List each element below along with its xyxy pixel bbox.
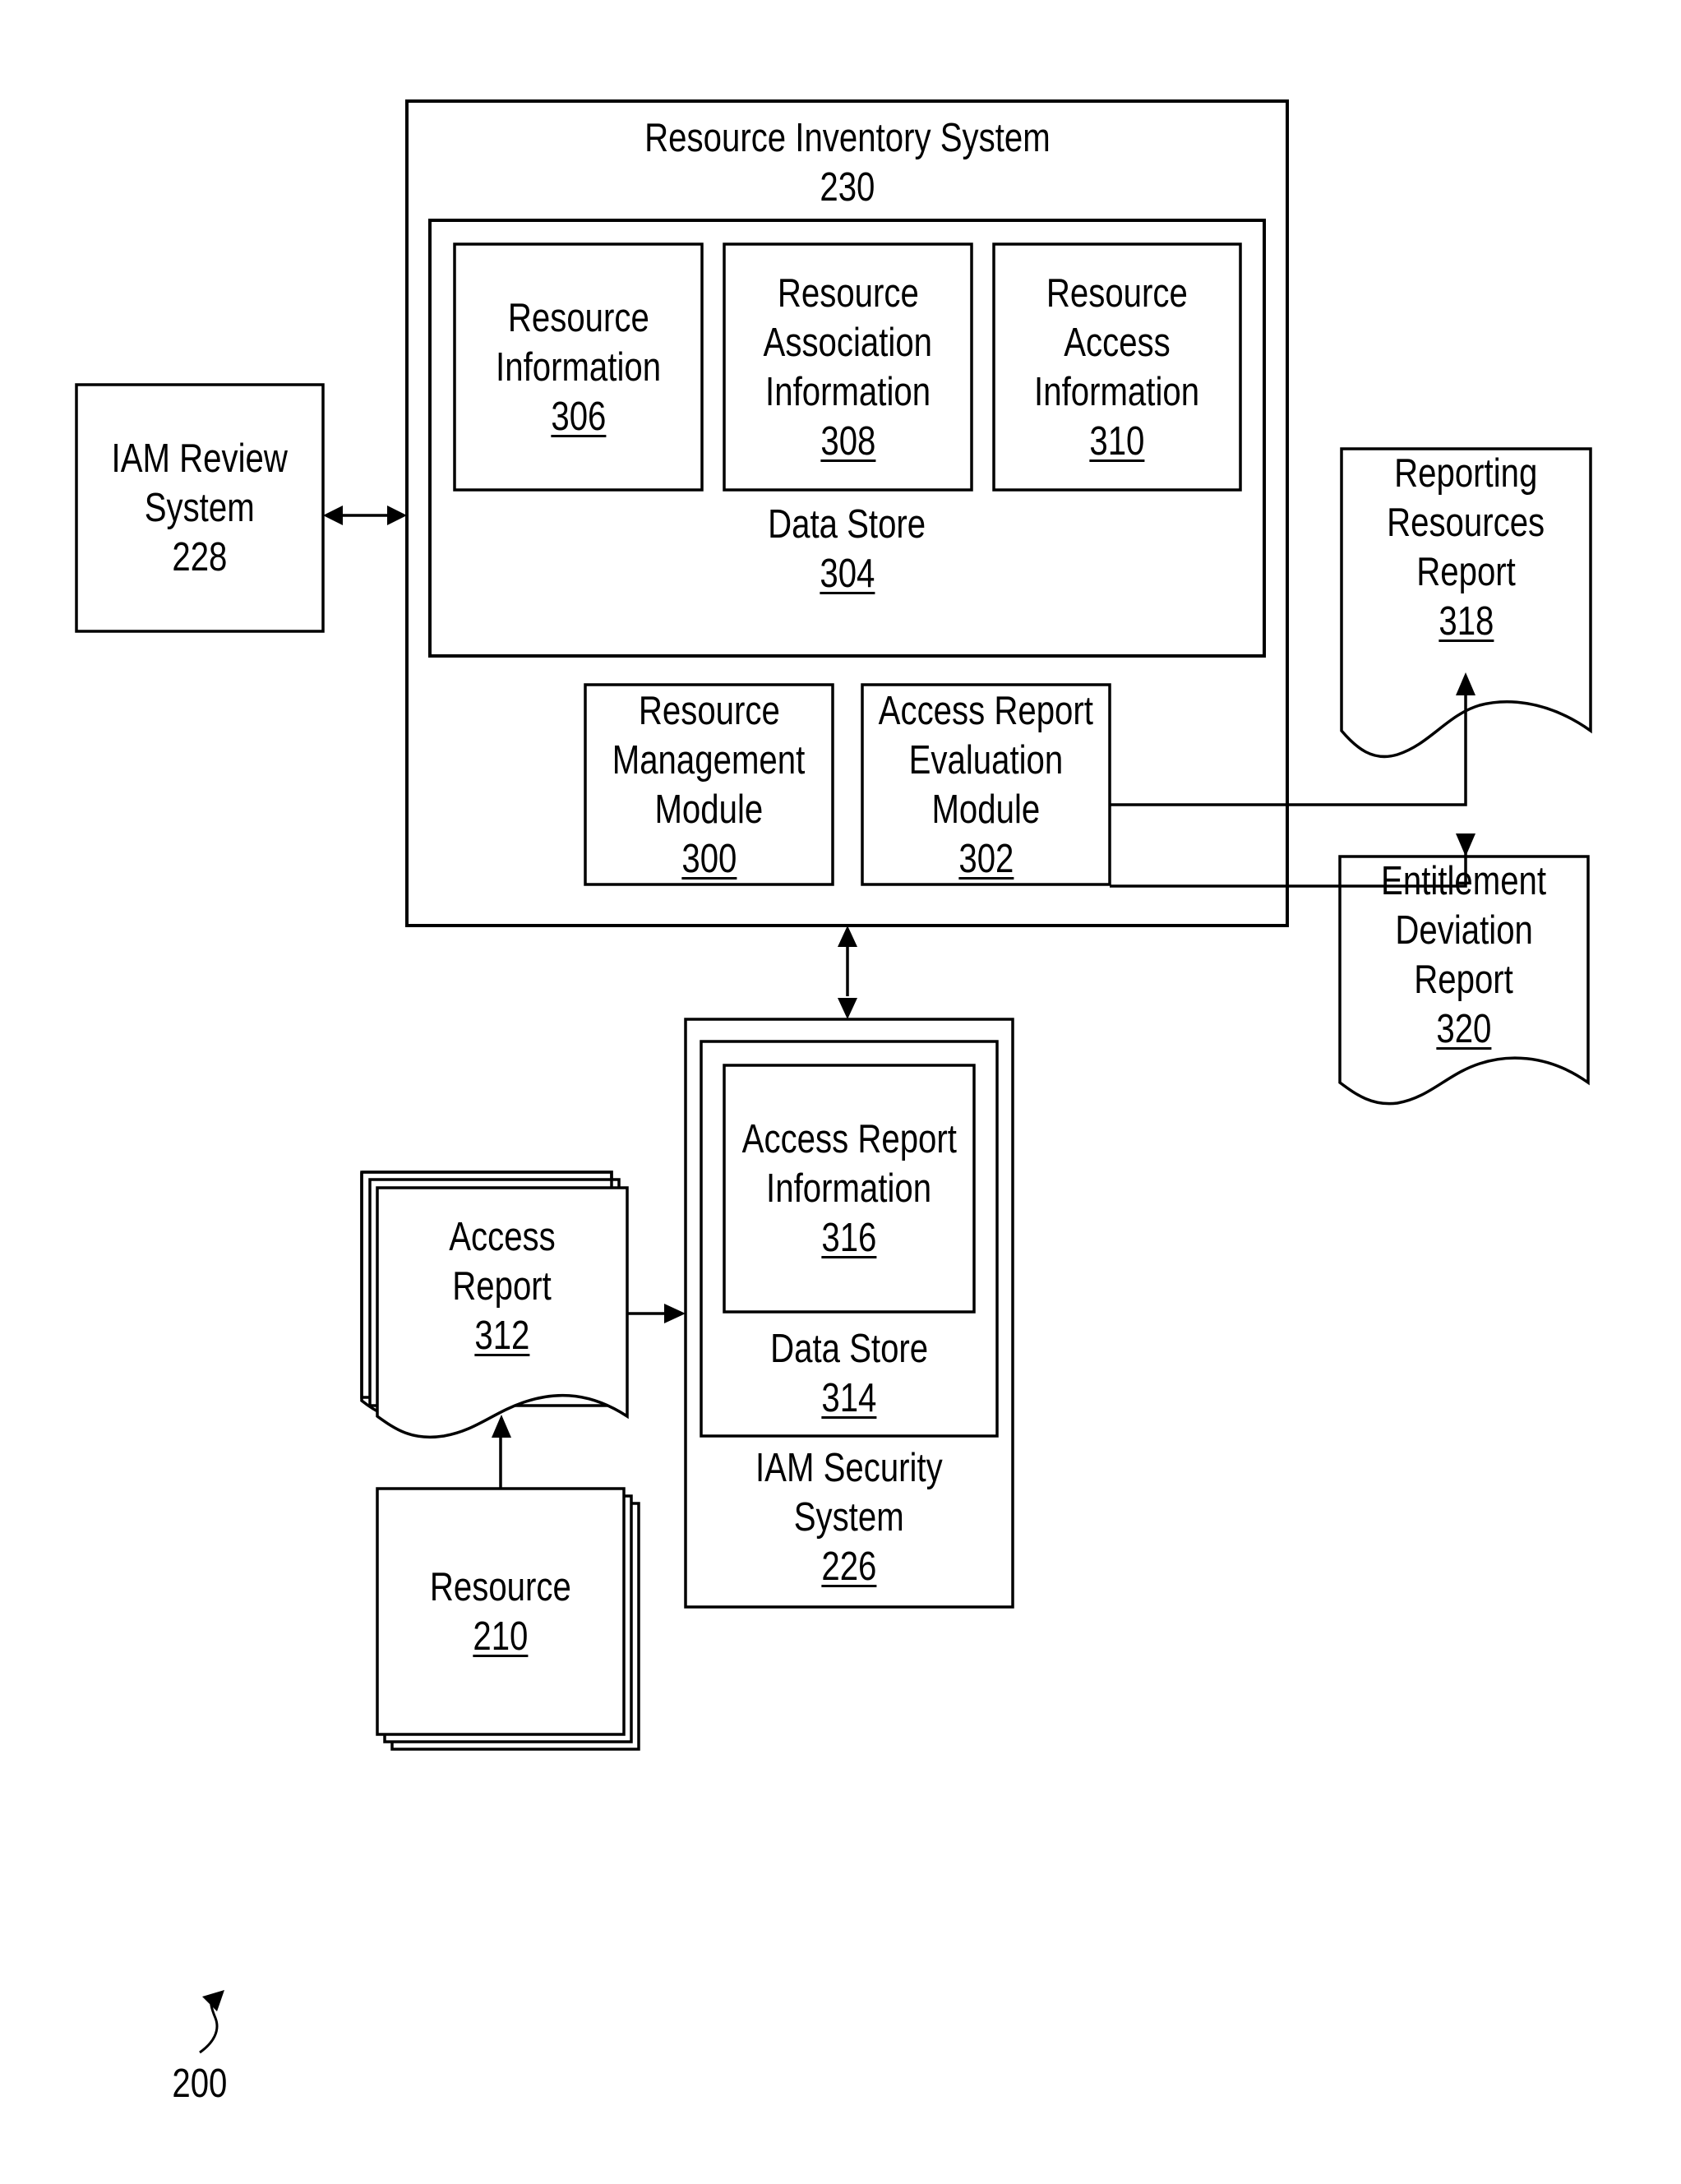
- ref-number-320: 320: [1436, 1007, 1492, 1051]
- ref-number-316: 316: [821, 1216, 877, 1260]
- entitlement-deviation-report-label: Entitlement Deviation Report 320: [1340, 857, 1588, 1054]
- data-store-304-label: Data Store 304: [430, 497, 1264, 601]
- figure-number-label: 200: [172, 2062, 228, 2106]
- arrowhead-down-icon: [1456, 833, 1475, 857]
- resource-information-label: Resource Information 306: [455, 244, 702, 490]
- iam-review-system-label: IAM Review System 228: [76, 385, 323, 631]
- resource-inventory-system-label: Resource Inventory System 230: [407, 111, 1287, 215]
- access-report-evaluation-module-label: Access Report Evaluation Module 302: [862, 685, 1110, 884]
- arrowhead-down-icon: [838, 998, 857, 1019]
- diagram-canvas: Resource Inventory System 230 Resource I…: [0, 0, 1681, 2184]
- resource-management-module-label: Resource Management Module 300: [585, 685, 833, 884]
- ref-number-304: 304: [819, 552, 875, 596]
- access-report-information-label: Access Report Information 316: [724, 1065, 974, 1312]
- arrowhead-right-icon: [387, 506, 407, 525]
- resource-label: Resource 210: [377, 1489, 624, 1734]
- ref-number-314: 314: [821, 1376, 877, 1420]
- ref-number-210: 210: [473, 1614, 529, 1659]
- arrowhead-up-icon: [492, 1415, 511, 1438]
- resource-access-information-label: Resource Access Information 310: [994, 244, 1240, 490]
- ref-number-228: 228: [172, 535, 228, 579]
- iam-security-system-label: IAM Security System 226: [686, 1441, 1013, 1594]
- arrowhead-right-icon: [664, 1304, 686, 1323]
- ref-number-312: 312: [474, 1314, 530, 1358]
- ref-number-308: 308: [820, 418, 876, 464]
- data-store-314-label: Data Store 314: [701, 1322, 997, 1425]
- arrowhead-left-icon: [323, 506, 343, 525]
- resource-association-information-label: Resource Association Information 308: [724, 244, 972, 490]
- ref-number-230: 230: [819, 165, 875, 210]
- reporting-resources-report-label: Reporting Resources Report 318: [1342, 449, 1591, 646]
- arrowhead-up-icon: [838, 926, 857, 947]
- ref-number-226: 226: [821, 1544, 877, 1589]
- ref-number-306: 306: [550, 394, 607, 439]
- ref-number-300: 300: [681, 836, 737, 881]
- access-report-label: Access Report 312: [377, 1188, 627, 1385]
- ref-number-302: 302: [958, 836, 1014, 881]
- ref-number-318: 318: [1438, 599, 1494, 644]
- ref-number-310: 310: [1089, 418, 1145, 464]
